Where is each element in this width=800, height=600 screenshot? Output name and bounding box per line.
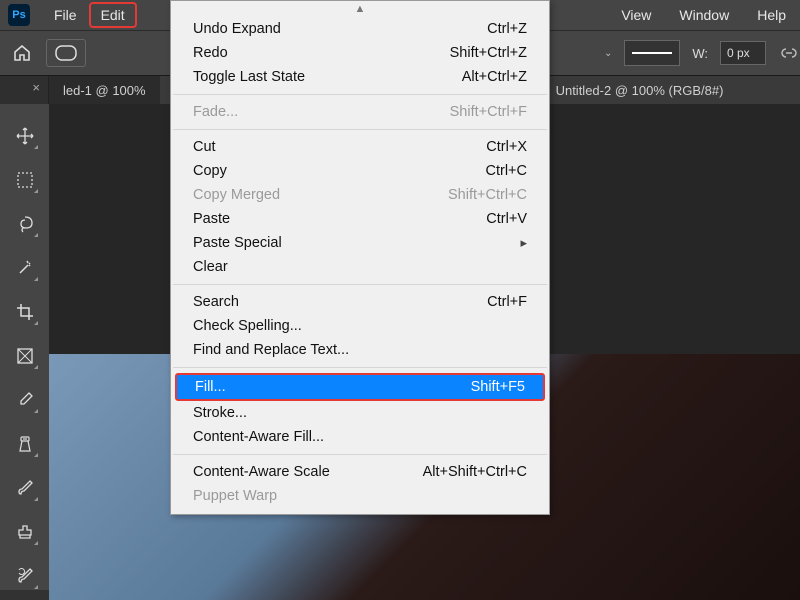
document-tab-1[interactable]: led-1 @ 100% <box>49 76 160 104</box>
stroke-style[interactable] <box>624 40 680 66</box>
clone-stamp-tool[interactable] <box>11 518 39 546</box>
menu-fill[interactable]: Fill...Shift+F5 <box>175 373 545 401</box>
shape-dropdown[interactable] <box>46 39 86 67</box>
home-icon[interactable] <box>10 41 34 65</box>
crop-tool[interactable] <box>11 298 39 326</box>
healing-brush-tool[interactable] <box>11 430 39 458</box>
eyedropper-tool[interactable] <box>11 386 39 414</box>
move-tool[interactable] <box>11 122 39 150</box>
menu-clear[interactable]: Clear <box>171 255 549 279</box>
frame-tool[interactable] <box>11 342 39 370</box>
menu-stroke[interactable]: Stroke... <box>171 401 549 425</box>
menu-edit[interactable]: Edit <box>89 2 137 28</box>
menu-paste-special[interactable]: Paste Special <box>171 231 549 255</box>
menu-check-spelling[interactable]: Check Spelling... <box>171 314 549 338</box>
menu-content-aware-fill[interactable]: Content-Aware Fill... <box>171 425 549 449</box>
menu-cut[interactable]: CutCtrl+X <box>171 135 549 159</box>
menu-search[interactable]: SearchCtrl+F <box>171 290 549 314</box>
menu-file[interactable]: File <box>42 2 89 28</box>
menu-help[interactable]: Help <box>743 2 800 28</box>
menu-copy-merged: Copy MergedShift+Ctrl+C <box>171 183 549 207</box>
menu-paste[interactable]: PasteCtrl+V <box>171 207 549 231</box>
app-logo: Ps <box>8 4 30 26</box>
scroll-up-arrow[interactable]: ▲ <box>171 1 549 17</box>
menu-fade: Fade...Shift+Ctrl+F <box>171 100 549 124</box>
edit-menu-dropdown: ▲ Undo ExpandCtrl+Z RedoShift+Ctrl+Z Tog… <box>170 0 550 515</box>
menu-copy[interactable]: CopyCtrl+C <box>171 159 549 183</box>
menu-window[interactable]: Window <box>665 2 743 28</box>
document-tab-2[interactable]: Untitled-2 @ 100% (RGB/8#) <box>540 76 740 104</box>
marquee-tool[interactable] <box>11 166 39 194</box>
link-icon[interactable] <box>778 42 800 64</box>
tab-panel-handle[interactable]: × <box>0 76 49 104</box>
menu-redo[interactable]: RedoShift+Ctrl+Z <box>171 41 549 65</box>
magic-wand-tool[interactable] <box>11 254 39 282</box>
history-brush-tool[interactable] <box>11 562 39 590</box>
menu-view[interactable]: View <box>607 2 665 28</box>
menu-content-aware-scale[interactable]: Content-Aware ScaleAlt+Shift+Ctrl+C <box>171 460 549 484</box>
width-input[interactable]: 0 px <box>720 41 766 65</box>
menu-toggle-last-state[interactable]: Toggle Last StateAlt+Ctrl+Z <box>171 65 549 89</box>
menu-find-replace[interactable]: Find and Replace Text... <box>171 338 549 362</box>
menu-undo[interactable]: Undo ExpandCtrl+Z <box>171 17 549 41</box>
width-label: W: <box>692 46 708 61</box>
brush-tool[interactable] <box>11 474 39 502</box>
stroke-dropdown-arrow[interactable]: ⌄ <box>604 48 612 59</box>
lasso-tool[interactable] <box>11 210 39 238</box>
tools-panel <box>0 104 49 590</box>
close-icon[interactable]: × <box>32 80 40 95</box>
menu-puppet-warp: Puppet Warp <box>171 484 549 508</box>
